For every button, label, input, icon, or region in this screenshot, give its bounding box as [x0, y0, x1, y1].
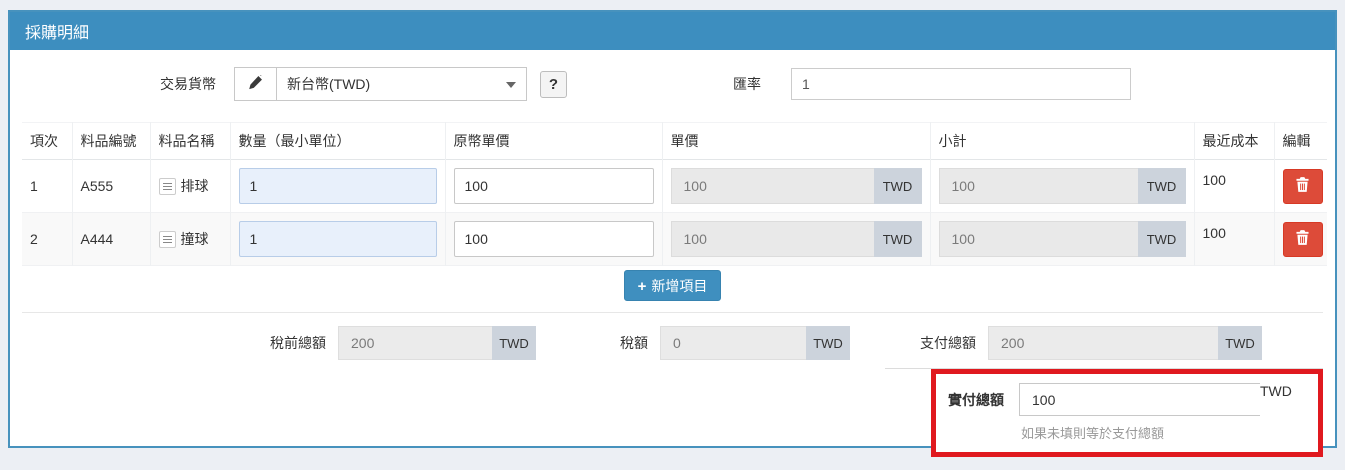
col-header-edit: 編輯: [1274, 123, 1327, 160]
currency-addon: TWD: [492, 326, 536, 360]
subtotal-group: TWD: [939, 221, 1186, 257]
pretax-total-label: 稅前總額: [270, 333, 326, 353]
currency-label: 交易貨幣: [160, 74, 216, 94]
tax-group: TWD: [660, 326, 850, 360]
panel-title: 採購明細: [25, 19, 89, 43]
table-header-row: 項次 料品編號 料品名稱 數量（最小單位） 原幣單價 單價 小計 最近成本 編輯: [22, 123, 1327, 160]
panel-body: 交易貨幣 新台幣(TWD) ? 匯率: [10, 50, 1335, 457]
unit-price-group: TWD: [671, 168, 922, 204]
currency-addon: TWD: [1138, 168, 1186, 204]
tax-label: 稅額: [620, 333, 648, 353]
panel-header: 採購明細: [10, 12, 1335, 50]
trash-icon: [1296, 177, 1309, 195]
unit-price-group: TWD: [671, 221, 922, 257]
orig-price-input[interactable]: [454, 168, 654, 204]
col-header-unit-price: 單價: [662, 123, 930, 160]
currency-addon: TWD: [874, 168, 922, 204]
orig-price-input[interactable]: [454, 221, 654, 257]
totals-row: 稅前總額 TWD 稅額 TWD 支付總額 TWD: [22, 326, 1323, 360]
payment-total-input: [988, 326, 1218, 360]
actual-total-input[interactable]: [1019, 383, 1260, 416]
col-header-recent-cost: 最近成本: [1194, 123, 1274, 160]
currency-selected-value: 新台幣(TWD): [287, 74, 370, 94]
delete-row-button[interactable]: [1283, 222, 1323, 257]
pretax-total-group: TWD: [338, 326, 536, 360]
unit-price-input: [671, 168, 874, 204]
subtotal-input: [939, 168, 1138, 204]
col-header-orig-price: 原幣單價: [445, 123, 662, 160]
cell-recent-cost: 100: [1194, 160, 1274, 213]
cell-part-name: 排球: [181, 176, 209, 196]
currency-addon: TWD: [1260, 383, 1306, 416]
rate-label: 匯率: [733, 74, 761, 94]
purchase-detail-panel: 採購明細 交易貨幣 新台幣(TWD) ? 匯率: [8, 10, 1337, 448]
col-header-part-name: 料品名稱: [150, 123, 230, 160]
table-row: 2 A444 撞球: [22, 213, 1327, 266]
qty-input[interactable]: [239, 221, 437, 257]
delete-row-button[interactable]: [1283, 169, 1323, 204]
pencil-addon: [234, 67, 276, 101]
cell-part-no: A555: [72, 160, 150, 213]
currency-select[interactable]: 新台幣(TWD): [276, 67, 527, 101]
item-detail-icon[interactable]: [159, 178, 176, 195]
actual-total-group: TWD: [1019, 383, 1306, 416]
cell-recent-cost: 100: [1194, 213, 1274, 266]
currency-addon: TWD: [874, 221, 922, 257]
unit-price-input: [671, 221, 874, 257]
caret-down-icon: [506, 82, 516, 88]
add-item-row: +新增項目: [22, 270, 1323, 301]
payment-total-label: 支付總額: [920, 333, 976, 353]
col-header-qty: 數量（最小單位）: [230, 123, 445, 160]
item-detail-icon[interactable]: [159, 231, 176, 248]
actual-total-label: 實付總額: [948, 390, 1004, 410]
highlight-red-box: 實付總額 TWD 如果未填則等於支付總額: [931, 369, 1323, 457]
subtotal-input: [939, 221, 1138, 257]
tax-input: [660, 326, 806, 360]
col-header-part-no: 料品編號: [72, 123, 150, 160]
currency-input-group: 新台幣(TWD): [234, 67, 527, 101]
currency-addon: TWD: [1218, 326, 1262, 360]
currency-addon: TWD: [806, 326, 850, 360]
table-row: 1 A555 排球: [22, 160, 1327, 213]
items-table: 項次 料品編號 料品名稱 數量（最小單位） 原幣單價 單價 小計 最近成本 編輯…: [22, 122, 1327, 266]
actual-total-section: 實付總額 TWD 如果未填則等於支付總額: [885, 368, 1323, 457]
pretax-total-input: [338, 326, 492, 360]
cell-part-no: A444: [72, 213, 150, 266]
payment-total-group: TWD: [988, 326, 1262, 360]
add-item-label: 新增項目: [651, 278, 707, 294]
currency-row: 交易貨幣 新台幣(TWD) ? 匯率: [22, 66, 1323, 102]
col-header-index: 項次: [22, 123, 72, 160]
currency-help-button[interactable]: ?: [540, 71, 567, 98]
pencil-icon: [248, 75, 263, 93]
section-divider: [22, 312, 1323, 313]
currency-addon: TWD: [1138, 221, 1186, 257]
cell-index: 1: [22, 160, 72, 213]
rate-input[interactable]: [791, 68, 1131, 100]
trash-icon: [1296, 230, 1309, 248]
plus-icon: +: [638, 278, 647, 295]
add-item-button[interactable]: +新增項目: [624, 270, 722, 301]
qty-input[interactable]: [239, 168, 437, 204]
actual-total-hint: 如果未填則等於支付總額: [1021, 423, 1306, 442]
cell-index: 2: [22, 213, 72, 266]
col-header-subtotal: 小計: [930, 123, 1194, 160]
subtotal-group: TWD: [939, 168, 1186, 204]
cell-part-name: 撞球: [181, 229, 209, 249]
